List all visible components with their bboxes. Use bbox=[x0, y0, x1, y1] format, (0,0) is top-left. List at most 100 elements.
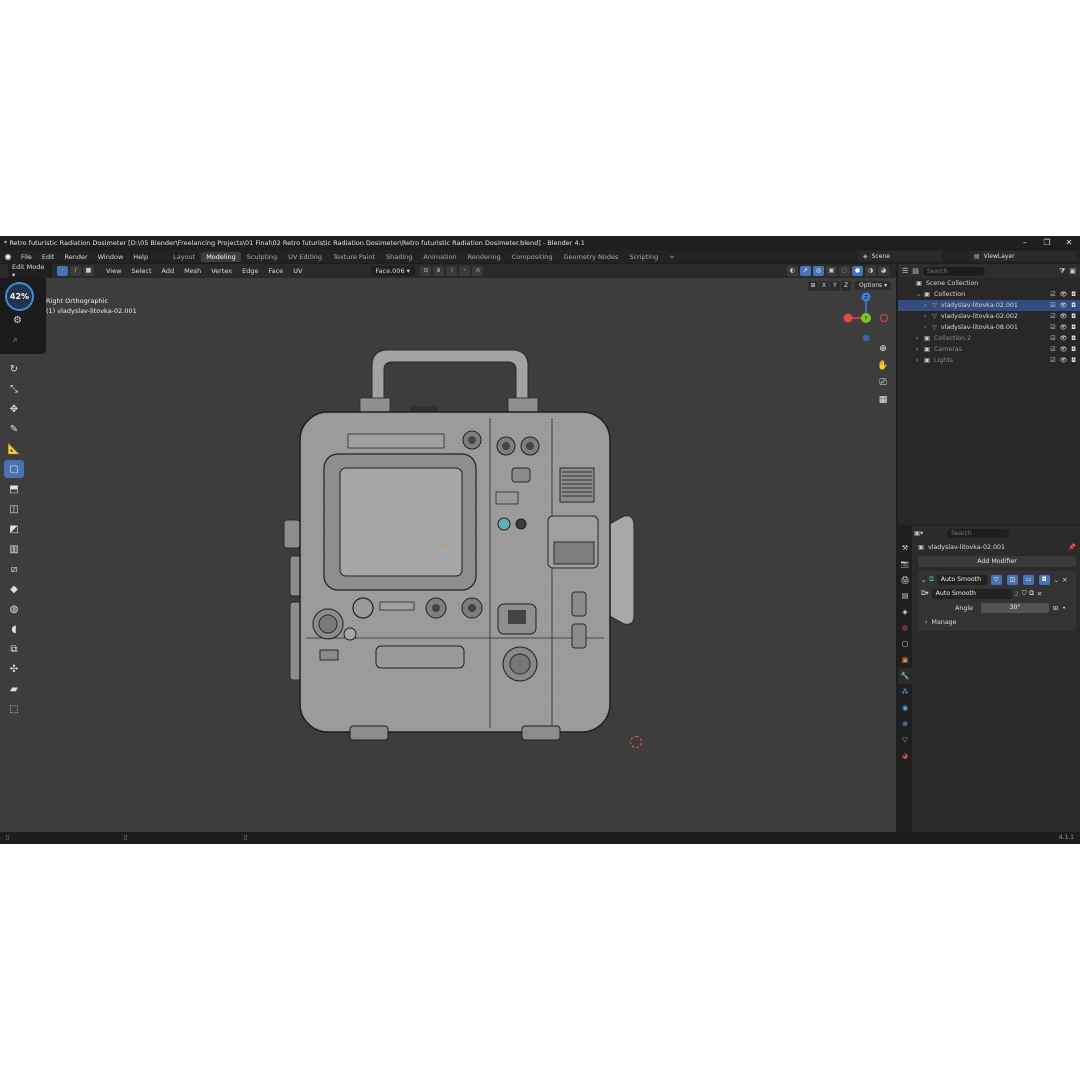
visibility-eye-icon[interactable]: 👁 bbox=[1060, 313, 1068, 320]
outliner-search-input[interactable]: Search bbox=[922, 266, 985, 276]
axis-y-button[interactable]: Y bbox=[830, 281, 840, 291]
menu-window[interactable]: Window bbox=[93, 253, 129, 261]
menu-file[interactable]: File bbox=[16, 253, 37, 261]
snap-target-icon[interactable]: ⁞ bbox=[446, 266, 458, 276]
tab-sculpting[interactable]: Sculpting bbox=[242, 252, 282, 262]
properties-search-input[interactable]: Search bbox=[947, 528, 1010, 538]
menu-view[interactable]: View bbox=[101, 267, 126, 275]
overlay-toggle-icon[interactable]: ◎ bbox=[813, 266, 824, 276]
rip-tool-icon[interactable]: ⬚ bbox=[4, 700, 24, 718]
menu-help[interactable]: Help bbox=[128, 253, 153, 261]
outliner-row[interactable]: › ▣ Collection 2 ☑ 👁 ◘ bbox=[898, 333, 1080, 344]
angle-input[interactable]: 30° bbox=[981, 603, 1049, 613]
edge-select-icon[interactable]: / bbox=[70, 266, 81, 276]
add-modifier-button[interactable]: Add Modifier bbox=[918, 556, 1076, 567]
render-toggle-icon[interactable]: ◘ bbox=[1038, 575, 1050, 585]
gizmo-toggle-icon[interactable]: ↗ bbox=[800, 266, 811, 276]
outliner-row[interactable]: ▣ Scene Collection bbox=[898, 278, 1080, 289]
exclude-checkbox-icon[interactable]: ☑ bbox=[1050, 302, 1055, 309]
tab-shading[interactable]: Shading bbox=[381, 252, 417, 262]
expand-chevron-icon[interactable]: › bbox=[924, 324, 932, 331]
node-tree-icon[interactable]: ⧉▾ bbox=[921, 590, 929, 598]
outliner-row[interactable]: › ▽ vladyslav-litovka-08.001 ☑ 👁 ◘ bbox=[898, 322, 1080, 333]
pivot-point-icon[interactable]: ⊙ bbox=[420, 266, 432, 276]
knife-tool-icon[interactable]: ⧄ bbox=[4, 560, 24, 578]
solid-shading-icon[interactable]: ● bbox=[852, 266, 863, 276]
shear-tool-icon[interactable]: ▰ bbox=[4, 680, 24, 698]
performance-gauge[interactable]: 42% bbox=[5, 282, 34, 311]
output-tab-icon[interactable]: 🖨 bbox=[898, 572, 912, 588]
menu-add[interactable]: Add bbox=[157, 267, 180, 275]
inset-tool-icon[interactable]: ◫ bbox=[4, 500, 24, 518]
expand-chevron-icon[interactable]: ⌄ bbox=[916, 291, 924, 298]
outliner-row[interactable]: › ▽ vladyslav-litovka-02.001 ☑ 👁 ◘ bbox=[898, 300, 1080, 311]
outliner-row[interactable]: › ▽ vladyslav-litovka-02.002 ☑ 👁 ◘ bbox=[898, 311, 1080, 322]
fake-user-shield-icon[interactable]: ⛉ bbox=[1022, 590, 1027, 598]
particles-tab-icon[interactable]: ⁂ bbox=[898, 684, 912, 700]
close-button[interactable]: ✕ bbox=[1058, 236, 1080, 249]
scene-selector[interactable]: ◈ Scene bbox=[858, 251, 942, 261]
smooth-tool-icon[interactable]: ◖ bbox=[4, 620, 24, 638]
scale-tool-icon[interactable]: ⤡ bbox=[4, 380, 24, 398]
display-mode-icon[interactable]: ▤ bbox=[912, 267, 919, 275]
options-dropdown[interactable]: Options ▾ bbox=[855, 281, 892, 290]
object-tab-icon[interactable]: ▣ bbox=[898, 652, 912, 668]
exclude-checkbox-icon[interactable]: ☑ bbox=[1050, 357, 1055, 364]
tab-scripting[interactable]: Scripting bbox=[624, 252, 663, 262]
tab-compositing[interactable]: Compositing bbox=[507, 252, 558, 262]
cage-toggle-icon[interactable]: ◫ bbox=[1006, 575, 1018, 585]
navigation-gizmo[interactable]: Z Y bbox=[840, 292, 890, 344]
menu-uv[interactable]: UV bbox=[288, 267, 307, 275]
proportional-edit-icon[interactable]: ◦ bbox=[459, 266, 471, 276]
add-workspace-button[interactable]: + bbox=[664, 252, 679, 262]
render-camera-icon[interactable]: ◘ bbox=[1071, 324, 1076, 331]
render-camera-icon[interactable]: ◘ bbox=[1071, 335, 1076, 342]
remove-modifier-icon[interactable]: ✕ bbox=[1062, 577, 1067, 584]
material-tab-icon[interactable]: ◕ bbox=[898, 748, 912, 764]
annotate-tool-icon[interactable]: ✎ bbox=[4, 420, 24, 438]
visibility-eye-icon[interactable]: 👁 bbox=[1060, 324, 1068, 331]
maximize-button[interactable]: ❐ bbox=[1036, 236, 1058, 249]
transform-orientation-dropdown[interactable]: Face.006 ▾ bbox=[371, 266, 416, 276]
visibility-eye-icon[interactable]: 👁 bbox=[1060, 346, 1068, 353]
constraints-tab-icon[interactable]: ⊕ bbox=[898, 716, 912, 732]
filter-icon[interactable]: ⧩ bbox=[1059, 267, 1065, 276]
collection-tab-icon[interactable]: ▢ bbox=[898, 636, 912, 652]
gear-icon[interactable]: ⚙ bbox=[13, 315, 22, 326]
gizmo-neg-x-icon[interactable] bbox=[880, 314, 888, 322]
tab-animation[interactable]: Animation bbox=[418, 252, 461, 262]
pin-icon[interactable]: 📌 bbox=[1068, 543, 1076, 551]
visibility-eye-icon[interactable]: 👁 bbox=[1060, 291, 1068, 298]
tab-texture-paint[interactable]: Texture Paint bbox=[328, 252, 380, 262]
extrude-tool-icon[interactable]: ⬒ bbox=[4, 480, 24, 498]
tab-geometry-nodes[interactable]: Geometry Nodes bbox=[559, 252, 624, 262]
falloff-icon[interactable]: ∩ bbox=[472, 266, 484, 276]
tab-modeling[interactable]: Modeling bbox=[201, 251, 241, 262]
render-camera-icon[interactable]: ◘ bbox=[1071, 357, 1076, 364]
face-select-icon[interactable]: ■ bbox=[83, 266, 94, 276]
shrink-fatten-tool-icon[interactable]: ✣ bbox=[4, 660, 24, 678]
3d-viewport[interactable]: 42% ⚙ ⌕ Right Orthographic (1) vladyslav… bbox=[0, 278, 896, 832]
poly-build-tool-icon[interactable]: ◆ bbox=[4, 580, 24, 598]
gizmo-x-icon[interactable] bbox=[843, 313, 853, 323]
xray-icon[interactable]: ▣ bbox=[826, 266, 837, 276]
viewport-toggle-icon[interactable]: ▭ bbox=[1022, 575, 1034, 585]
transform-tool-icon[interactable]: ✥ bbox=[4, 400, 24, 418]
unlink-icon[interactable]: ✕ bbox=[1037, 591, 1042, 598]
spin-tool-icon[interactable]: ◍ bbox=[4, 600, 24, 618]
edge-slide-tool-icon[interactable]: ⧉ bbox=[4, 640, 24, 658]
expand-chevron-icon[interactable]: › bbox=[916, 335, 924, 342]
outliner-row[interactable]: › ▣ Cameras ☑ 👁 ◘ bbox=[898, 344, 1080, 355]
duplicate-icon[interactable]: ⧉ bbox=[1029, 590, 1034, 598]
manage-row[interactable]: › Manage bbox=[921, 615, 1073, 629]
menu-edit[interactable]: Edit bbox=[37, 253, 60, 261]
snap-icon[interactable]: ⋔ bbox=[433, 266, 445, 276]
tool-tab-icon[interactable]: ⚒ bbox=[898, 540, 912, 556]
physics-tab-icon[interactable]: ◉ bbox=[898, 700, 912, 716]
zoom-icon[interactable]: ⊕ bbox=[877, 343, 889, 355]
expand-chevron-icon[interactable]: › bbox=[924, 313, 932, 320]
rendered-shading-icon[interactable]: ◕ bbox=[878, 266, 889, 276]
render-camera-icon[interactable]: ◘ bbox=[1071, 291, 1076, 298]
view-layer-selector[interactable]: ▤ ViewLayer bbox=[969, 251, 1077, 261]
tab-layout[interactable]: Layout bbox=[168, 252, 200, 262]
